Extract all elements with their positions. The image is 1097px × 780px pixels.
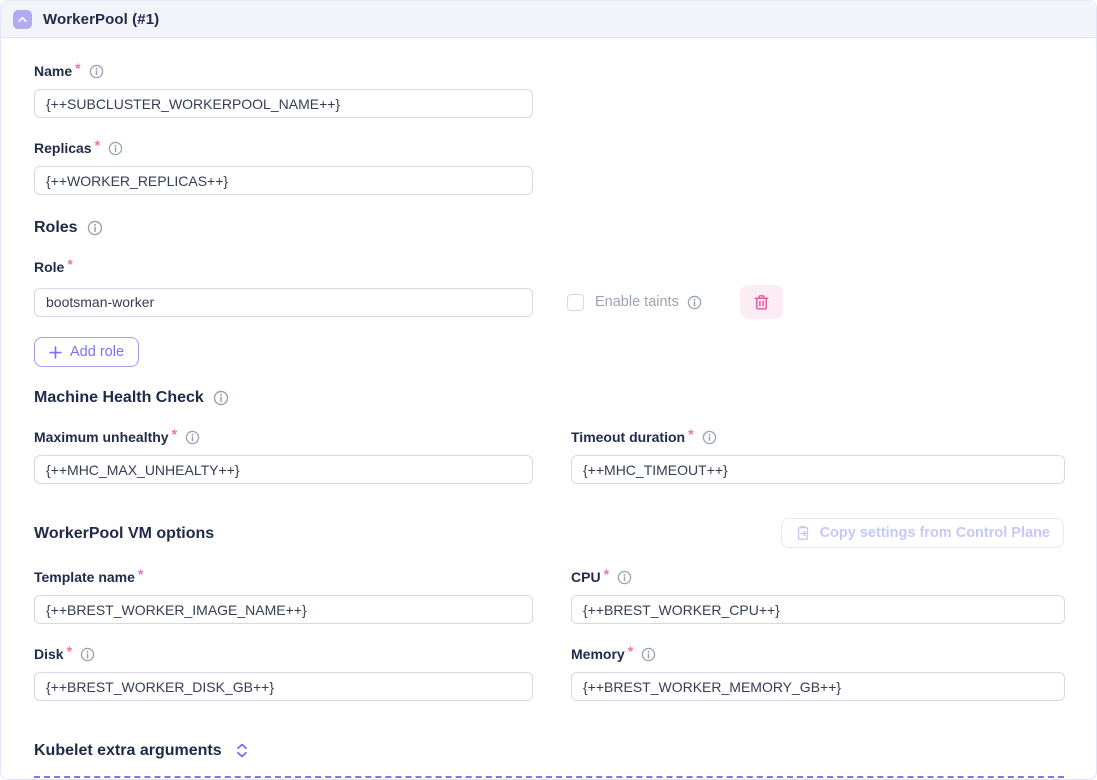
timeout-duration-field: Timeout duration * (571, 429, 1065, 484)
info-icon[interactable] (641, 647, 656, 662)
add-role-button[interactable]: Add role (34, 337, 139, 367)
template-name-field: Template name * (34, 569, 533, 624)
kubelet-heading-row: Kubelet extra arguments (34, 742, 1064, 759)
maximum-unhealthy-field: Maximum unhealthy * (34, 429, 533, 484)
dashed-divider (34, 776, 1064, 778)
info-icon[interactable] (89, 64, 104, 79)
copy-settings-label: Copy settings from Control Plane (820, 525, 1050, 541)
enable-taints-label: Enable taints (595, 294, 679, 310)
info-icon[interactable] (80, 647, 95, 662)
roles-heading: Roles (34, 219, 1064, 236)
info-icon[interactable] (702, 430, 717, 445)
memory-field: Memory * (571, 646, 1065, 701)
info-icon[interactable] (617, 570, 632, 585)
template-cpu-row: Template name * CPU * (34, 569, 1064, 624)
mhc-heading: Machine Health Check (34, 389, 1064, 406)
replicas-input[interactable] (34, 166, 533, 195)
cpu-input[interactable] (571, 595, 1065, 624)
disk-memory-row: Disk * Memory * (34, 646, 1064, 701)
required-marker: * (688, 426, 693, 442)
info-icon[interactable] (87, 220, 103, 236)
maximum-unhealthy-input[interactable] (34, 455, 533, 484)
required-marker: * (138, 566, 143, 582)
name-input[interactable] (34, 89, 533, 118)
mhc-fields-row: Maximum unhealthy * Timeout duration * (34, 429, 1064, 484)
kubelet-heading: Kubelet extra arguments (34, 742, 222, 759)
role-input[interactable] (34, 288, 533, 317)
memory-label: Memory (571, 646, 625, 662)
template-name-label: Template name (34, 569, 135, 585)
replicas-field: Replicas * (34, 140, 533, 195)
disk-field: Disk * (34, 646, 533, 701)
plus-icon (49, 346, 62, 359)
collapse-button[interactable] (13, 10, 32, 29)
info-icon[interactable] (108, 141, 123, 156)
trash-icon (753, 294, 770, 311)
info-icon[interactable] (185, 430, 200, 445)
info-icon[interactable] (687, 295, 702, 310)
role-row: Enable taints (34, 285, 1064, 319)
chevron-up-icon (15, 12, 30, 27)
vm-options-header-row: WorkerPool VM options Copy settings from… (34, 518, 1064, 548)
add-role-label: Add role (70, 344, 124, 360)
required-marker: * (604, 566, 609, 582)
vm-options-heading: WorkerPool VM options (34, 525, 214, 542)
disk-label: Disk (34, 646, 64, 662)
required-marker: * (95, 137, 100, 153)
workerpool-panel: WorkerPool (#1) Name * Replicas * (0, 0, 1097, 780)
copy-settings-button[interactable]: Copy settings from Control Plane (781, 518, 1064, 548)
panel-title: WorkerPool (#1) (43, 11, 159, 28)
required-marker: * (628, 643, 633, 659)
cpu-label: CPU (571, 569, 601, 585)
name-field: Name * (34, 63, 533, 118)
panel-header: WorkerPool (#1) (1, 1, 1096, 38)
clipboard-arrow-icon (795, 525, 811, 541)
maximum-unhealthy-label: Maximum unhealthy (34, 429, 169, 445)
enable-taints-checkbox[interactable] (567, 294, 584, 311)
template-name-input[interactable] (34, 595, 533, 624)
name-label: Name (34, 63, 72, 79)
disk-input[interactable] (34, 672, 533, 701)
role-label-row: Role * (34, 259, 1064, 275)
timeout-duration-input[interactable] (571, 455, 1065, 484)
enable-taints-group: Enable taints (567, 294, 702, 311)
required-marker: * (67, 643, 72, 659)
info-icon[interactable] (213, 390, 229, 406)
timeout-duration-label: Timeout duration (571, 429, 685, 445)
role-label: Role (34, 259, 64, 275)
replicas-label: Replicas (34, 140, 92, 156)
required-marker: * (172, 426, 177, 442)
memory-input[interactable] (571, 672, 1065, 701)
required-marker: * (67, 256, 72, 272)
expand-collapse-icon[interactable] (235, 742, 249, 759)
delete-role-button[interactable] (740, 285, 783, 319)
required-marker: * (75, 60, 80, 76)
cpu-field: CPU * (571, 569, 1065, 624)
